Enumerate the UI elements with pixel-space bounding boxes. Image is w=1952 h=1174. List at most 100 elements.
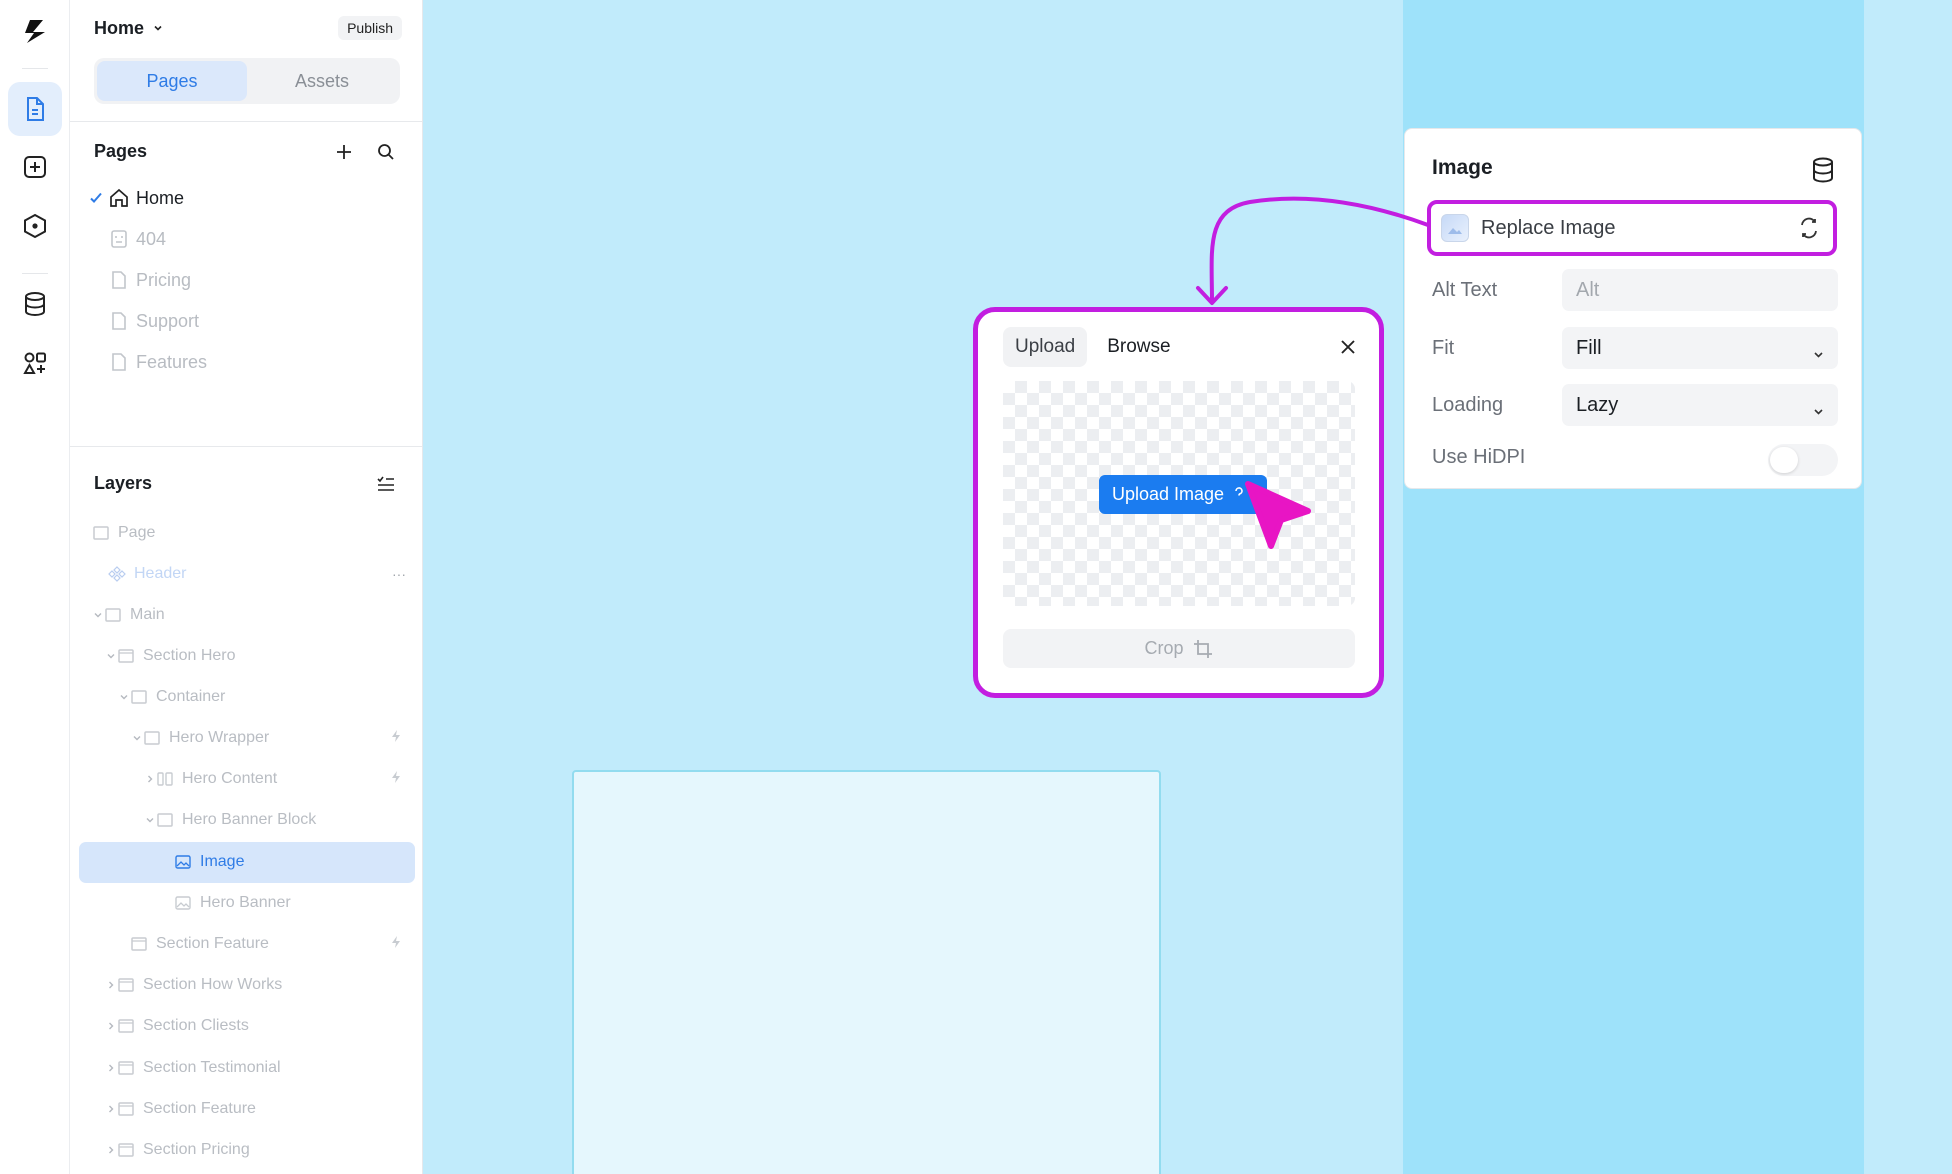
replace-image-label: Replace Image xyxy=(1481,216,1616,239)
tab-upload[interactable]: Upload xyxy=(1003,327,1088,367)
chevron-down-icon[interactable] xyxy=(93,610,103,620)
layer-item-main[interactable]: Main xyxy=(92,598,402,632)
chevron-right-icon[interactable] xyxy=(145,774,155,784)
component-icon xyxy=(108,566,126,582)
layer-label: Section Cliests xyxy=(143,1017,249,1034)
chevron-down-icon[interactable] xyxy=(132,733,142,743)
layer-item-hero-banner[interactable]: Hero Banner xyxy=(174,886,402,920)
add-page-icon[interactable] xyxy=(334,142,354,162)
frame-icon xyxy=(93,526,109,540)
section-icon xyxy=(118,1061,134,1075)
crop-button[interactable]: Crop xyxy=(1003,629,1355,668)
layer-item-hero-wrapper[interactable]: Hero Wrapper xyxy=(131,721,402,755)
chevron-right-icon[interactable] xyxy=(106,1063,116,1073)
add-element-icon[interactable] xyxy=(8,140,62,194)
layer-item-header[interactable]: Header ··· xyxy=(108,557,406,591)
fit-select[interactable]: Fill xyxy=(1562,327,1838,369)
section-icon xyxy=(118,649,134,663)
layer-item-section-feature-2[interactable]: Section Feature xyxy=(105,1092,402,1126)
publish-button[interactable]: Publish xyxy=(338,16,402,40)
layer-label: Page xyxy=(118,524,156,541)
database-icon[interactable] xyxy=(8,277,62,331)
chevron-right-icon[interactable] xyxy=(106,1021,116,1031)
upload-image-label: Upload Image xyxy=(1112,484,1225,504)
apps-icon[interactable] xyxy=(8,336,62,390)
section-icon xyxy=(118,978,134,992)
page-item-support[interactable]: Support xyxy=(86,304,199,338)
layers-section-title: Layers xyxy=(94,473,153,493)
layer-item-section-testimonial[interactable]: Section Testimonial xyxy=(105,1051,402,1085)
hidpi-toggle[interactable] xyxy=(1768,444,1838,476)
layers-tools xyxy=(376,474,396,494)
chevron-right-icon[interactable] xyxy=(106,980,116,990)
tab-assets[interactable]: Assets xyxy=(247,61,397,101)
page-item-pricing[interactable]: Pricing xyxy=(86,263,191,297)
left-rail xyxy=(0,0,70,1174)
page-icon xyxy=(112,353,126,371)
chevron-right-icon[interactable] xyxy=(106,1104,116,1114)
close-icon[interactable] xyxy=(1339,338,1357,361)
layer-item-section-feature[interactable]: Section Feature xyxy=(118,927,402,961)
page-item-features[interactable]: Features xyxy=(86,345,207,379)
page-label: Home xyxy=(136,187,185,208)
pages-tools xyxy=(334,142,396,162)
project-switcher[interactable]: Home xyxy=(94,18,164,39)
image-frame[interactable] xyxy=(572,770,1161,1174)
layer-item-section-cliests[interactable]: Section Cliests xyxy=(105,1009,402,1043)
layer-item-image[interactable]: Image xyxy=(174,845,402,879)
page-item-404[interactable]: 404 xyxy=(86,222,166,256)
layer-item-section-hero[interactable]: Section Hero xyxy=(105,639,402,673)
chevron-down-icon[interactable] xyxy=(145,815,155,825)
page-404-icon xyxy=(111,230,127,248)
page-item-home[interactable]: Home xyxy=(86,181,184,215)
image-icon xyxy=(175,855,191,869)
interaction-bolt-icon xyxy=(390,935,402,954)
logo-icon[interactable] xyxy=(8,4,62,58)
layer-item-section-pricing[interactable]: Section Pricing xyxy=(105,1133,402,1167)
pages-icon[interactable] xyxy=(8,82,62,136)
image-thumbnail-icon xyxy=(1441,214,1469,242)
layer-item-page[interactable]: Page xyxy=(92,516,402,550)
frame-icon xyxy=(105,608,121,622)
layer-label: Hero Banner xyxy=(200,894,291,911)
layer-label: Section How Works xyxy=(143,976,283,993)
tab-browse[interactable]: Browse xyxy=(1095,327,1182,367)
alt-text-input[interactable]: Alt xyxy=(1562,269,1838,311)
divider xyxy=(70,121,422,122)
chevron-down-icon[interactable] xyxy=(106,651,116,661)
image-inspector-panel: Image Replace Image Alt Text Alt Fit Fil… xyxy=(1404,128,1862,489)
crop-label: Crop xyxy=(1144,638,1184,658)
section-icon xyxy=(118,1143,134,1157)
layer-label: Hero Wrapper xyxy=(169,729,270,746)
chevron-down-icon[interactable] xyxy=(119,692,129,702)
inspector-title: Image xyxy=(1432,156,1493,179)
image-icon xyxy=(175,896,191,910)
layer-item-hero-content[interactable]: Hero Content xyxy=(144,762,402,796)
chevron-right-icon[interactable] xyxy=(106,1145,116,1155)
chevron-down-icon xyxy=(1814,352,1823,358)
layer-label: Main xyxy=(130,606,165,623)
search-icon[interactable] xyxy=(376,142,396,162)
swap-icon[interactable] xyxy=(1797,216,1821,245)
alt-text-label: Alt Text xyxy=(1432,279,1498,301)
replace-image-button[interactable]: Replace Image xyxy=(1427,200,1837,256)
frame-icon xyxy=(144,731,160,745)
chevron-down-icon xyxy=(154,25,162,31)
layer-options-icon[interactable] xyxy=(376,474,396,494)
hidpi-label: Use HiDPI xyxy=(1432,446,1526,468)
layer-label: Container xyxy=(156,688,226,705)
database-icon[interactable] xyxy=(1811,157,1835,188)
layer-label: Section Testimonial xyxy=(143,1059,281,1076)
layer-label: Image xyxy=(200,853,245,870)
layer-item-hero-banner-block[interactable]: Hero Banner Block xyxy=(144,803,402,837)
tab-pages[interactable]: Pages xyxy=(97,61,247,101)
layer-item-section-how-works[interactable]: Section How Works xyxy=(105,968,402,1002)
layer-item-container[interactable]: Container xyxy=(118,680,402,714)
layer-label: Header xyxy=(134,565,187,582)
layer-label: Section Feature xyxy=(156,935,269,952)
loading-select[interactable]: Lazy xyxy=(1562,384,1838,426)
crop-icon xyxy=(1193,639,1212,658)
layer-label: Hero Content xyxy=(182,770,278,787)
components-icon[interactable] xyxy=(8,199,62,253)
more-options-icon[interactable]: ··· xyxy=(392,566,406,582)
